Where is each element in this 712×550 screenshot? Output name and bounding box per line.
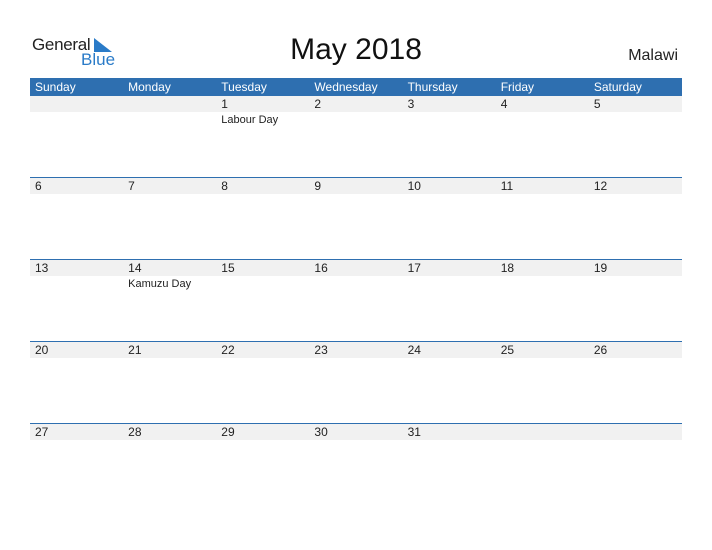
weekday-sunday: Sunday xyxy=(35,80,76,94)
day-number: 22 xyxy=(221,343,235,357)
day-number xyxy=(30,96,123,112)
weekday-saturday: Saturday xyxy=(593,80,642,94)
holiday-label xyxy=(589,358,682,359)
day-number: 14 xyxy=(128,261,142,275)
holiday-label xyxy=(30,440,123,441)
day-number: 12 xyxy=(593,179,608,193)
holiday-label xyxy=(496,440,589,441)
weekday-thursday: Thursday xyxy=(407,80,458,94)
day-number: 18 xyxy=(500,261,515,275)
day-number: 7 xyxy=(128,179,135,193)
week-row: 27 28 29 30 31 xyxy=(30,423,682,505)
day-number: 28 xyxy=(128,425,142,439)
week-row: 6 7 8 9 10 11 12 xyxy=(30,177,682,259)
day-number: 30 xyxy=(314,425,328,439)
holiday-label xyxy=(309,112,402,127)
event-row: Labour Day xyxy=(30,112,682,127)
day-number: 2 xyxy=(314,97,322,111)
day-number: 3 xyxy=(407,97,415,111)
event-row xyxy=(30,194,682,195)
day-number: 11 xyxy=(500,179,514,193)
day-number-row: 13 14 15 16 17 18 19 xyxy=(30,260,682,276)
day-number-row: 1 2 3 4 5 xyxy=(30,96,682,112)
holiday-label xyxy=(589,440,682,441)
day-number: 26 xyxy=(593,343,608,357)
holiday-label xyxy=(309,440,402,441)
holiday-label xyxy=(496,112,589,127)
day-number xyxy=(589,424,682,440)
day-number: 13 xyxy=(35,261,49,275)
holiday-label xyxy=(123,358,216,359)
holiday-label xyxy=(30,194,123,195)
holiday-label xyxy=(216,440,309,441)
event-row xyxy=(30,440,682,441)
day-number: 27 xyxy=(35,425,49,439)
holiday-label xyxy=(589,112,682,127)
weekday-header: Sunday Monday Tuesday Wednesday Thursday… xyxy=(30,78,682,96)
event-row xyxy=(30,358,682,359)
holiday-label xyxy=(403,358,496,359)
weekday-friday: Friday xyxy=(500,80,535,94)
holiday-label xyxy=(496,276,589,291)
weekday-wednesday: Wednesday xyxy=(314,80,378,94)
day-number: 1 xyxy=(221,97,228,111)
holiday-label xyxy=(30,112,123,127)
day-number: 29 xyxy=(221,425,235,439)
country-label: Malawi xyxy=(628,47,678,64)
day-number-row: 6 7 8 9 10 11 12 xyxy=(30,178,682,194)
day-number: 6 xyxy=(35,179,42,193)
holiday-label xyxy=(589,276,682,291)
holiday-label xyxy=(309,276,402,291)
weekday-monday: Monday xyxy=(128,80,171,94)
week-row: 20 21 22 23 24 25 26 xyxy=(30,341,682,423)
holiday-label xyxy=(123,112,216,127)
day-number: 9 xyxy=(314,179,322,193)
day-number: 16 xyxy=(314,261,328,275)
holiday-label xyxy=(496,358,589,359)
week-row: 13 14 15 16 17 18 19 Kamuzu Day xyxy=(30,259,682,341)
calendar-grid: Sunday Monday Tuesday Wednesday Thursday… xyxy=(30,78,682,505)
holiday-label: Labour Day xyxy=(221,114,279,126)
holiday-label xyxy=(403,194,496,195)
day-number-row: 20 21 22 23 24 25 26 xyxy=(30,342,682,358)
holiday-label xyxy=(589,194,682,195)
day-number: 5 xyxy=(593,97,601,111)
day-number: 8 xyxy=(221,179,228,193)
holiday-label xyxy=(123,440,216,441)
event-row: Kamuzu Day xyxy=(30,276,682,291)
day-number: 31 xyxy=(407,425,421,439)
calendar-title: May 2018 xyxy=(290,33,422,66)
day-number: 23 xyxy=(314,343,328,357)
holiday-label xyxy=(30,276,123,291)
holiday-label xyxy=(309,194,402,195)
day-number-row: 27 28 29 30 31 xyxy=(30,424,682,440)
day-number: 21 xyxy=(128,343,142,357)
day-number: 17 xyxy=(407,261,421,275)
day-number: 20 xyxy=(35,343,49,357)
day-number: 24 xyxy=(407,343,421,357)
weekday-tuesday: Tuesday xyxy=(221,80,267,94)
holiday-label xyxy=(403,276,496,291)
holiday-label xyxy=(123,194,216,195)
holiday-label xyxy=(216,194,309,195)
holiday-label: Kamuzu Day xyxy=(128,278,192,290)
week-row: 1 2 3 4 5 Labour Day xyxy=(30,96,682,177)
day-number: 4 xyxy=(500,97,508,111)
day-number: 25 xyxy=(500,343,515,357)
day-number xyxy=(496,424,589,440)
holiday-label xyxy=(30,358,123,359)
holiday-label xyxy=(496,194,589,195)
holiday-label xyxy=(216,276,309,291)
day-number: 10 xyxy=(407,179,421,193)
holiday-label xyxy=(309,358,402,359)
day-number xyxy=(123,96,216,112)
holiday-label xyxy=(403,112,496,127)
day-number: 19 xyxy=(593,261,608,275)
holiday-label xyxy=(216,358,309,359)
holiday-label xyxy=(403,440,496,441)
day-number: 15 xyxy=(221,261,235,275)
